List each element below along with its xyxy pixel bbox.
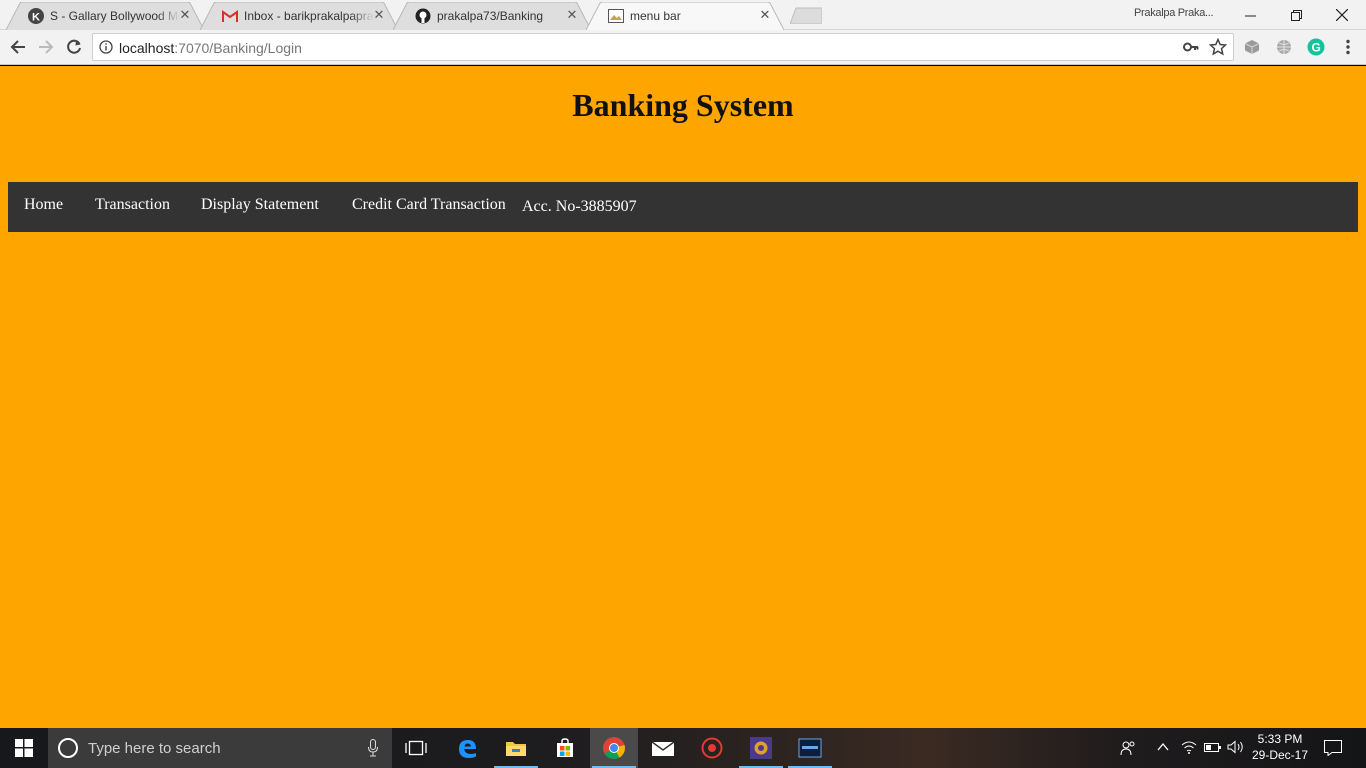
key-icon[interactable] [1183, 40, 1199, 59]
svg-text:K: K [32, 12, 40, 24]
close-tab-icon[interactable]: ✕ [565, 8, 579, 22]
url-host: localhost [119, 40, 175, 56]
tab-title: Inbox - barikprakalpaprak [244, 9, 374, 23]
action-center-icon[interactable] [1324, 740, 1342, 759]
restore-button[interactable] [1273, 0, 1319, 30]
menu-item-display-statement[interactable]: Display Statement [201, 196, 319, 214]
k-logo-icon: K [28, 8, 44, 24]
menu-item-home[interactable]: Home [24, 196, 63, 214]
tab-title: prakalpa73/Banking [437, 9, 544, 23]
menu-item-transaction[interactable]: Transaction [95, 196, 170, 214]
tab-menu-bar[interactable]: menu bar ✕ [586, 2, 784, 30]
tab-title: S - Gallary Bollywood Mo [50, 9, 180, 23]
menu-item-credit-card-transaction[interactable]: Credit Card Transaction [352, 196, 506, 214]
mysql-app-icon[interactable] [786, 728, 834, 768]
menu-bar: Home Transaction Display Statement Credi… [8, 182, 1358, 232]
gmail-icon [222, 8, 238, 24]
tab-title: menu bar [630, 9, 681, 23]
reload-icon[interactable] [64, 37, 84, 57]
clock-time: 5:33 PM [1257, 732, 1303, 746]
close-window-button[interactable] [1319, 0, 1365, 30]
store-icon[interactable] [541, 728, 589, 768]
url-text[interactable]: localhost:7070/Banking/Login [119, 40, 302, 56]
windows-start-icon[interactable] [0, 728, 48, 768]
search-placeholder: Type here to search [88, 739, 221, 757]
address-bar[interactable]: localhost:7070/Banking/Login [92, 33, 1234, 61]
close-tab-icon[interactable]: ✕ [178, 8, 192, 22]
ide-app-icon[interactable] [737, 728, 785, 768]
info-icon[interactable] [99, 40, 113, 54]
taskbar-search[interactable]: Type here to search [48, 728, 392, 768]
battery-icon[interactable] [1204, 740, 1222, 757]
close-tab-icon[interactable]: ✕ [372, 8, 386, 22]
github-icon [415, 8, 431, 24]
cortana-icon[interactable] [58, 738, 78, 758]
page-image-icon [608, 8, 624, 24]
browser-toolbar: localhost:7070/Banking/Login G [0, 30, 1366, 65]
back-arrow-icon[interactable] [8, 37, 28, 57]
profile-name[interactable]: Prakalpa Praka... [1134, 7, 1214, 19]
menu-kebab-icon[interactable] [1339, 38, 1357, 56]
edge-browser-icon[interactable] [443, 728, 491, 768]
chrome-taskbar-icon[interactable] [590, 728, 638, 768]
svg-text:G: G [1312, 41, 1321, 55]
grammarly-icon[interactable]: G [1307, 38, 1325, 56]
page-title: Banking System [572, 87, 794, 123]
chevron-up-icon[interactable] [1156, 740, 1170, 757]
page-body: Banking System Home Transaction Display … [0, 66, 1366, 728]
tab-github[interactable]: prakalpa73/Banking ✕ [393, 2, 591, 30]
clock-date: 29-Dec-17 [1251, 748, 1309, 762]
minimize-button[interactable] [1227, 0, 1273, 30]
tab-gallery[interactable]: K S - Gallary Bollywood Mo ✕ [6, 2, 204, 30]
mail-icon[interactable] [639, 728, 687, 768]
close-tab-icon[interactable]: ✕ [758, 8, 772, 22]
volume-icon[interactable] [1227, 740, 1245, 757]
account-number: Acc. No-3885907 [522, 198, 637, 215]
people-icon[interactable] [1120, 740, 1136, 759]
system-clock[interactable]: 5:33 PM 29-Dec-17 [1248, 731, 1312, 763]
url-path: :7070/Banking/Login [174, 40, 302, 56]
bookmark-star-icon[interactable] [1208, 37, 1228, 61]
forward-arrow-icon[interactable] [36, 37, 56, 57]
tab-inbox[interactable]: Inbox - barikprakalpaprak ✕ [200, 2, 398, 30]
taskbar: Type here to search 5:33 PM 29-Dec-17 [0, 728, 1366, 768]
task-view-icon[interactable] [392, 728, 440, 768]
globe-icon[interactable] [1275, 38, 1293, 56]
new-tab-button[interactable] [790, 7, 822, 24]
extension-cube-icon[interactable] [1243, 38, 1261, 56]
browser-tab-strip: K S - Gallary Bollywood Mo ✕ Inbox - bar… [0, 0, 1366, 30]
microphone-icon[interactable] [368, 739, 378, 762]
app-gear-icon[interactable] [688, 728, 736, 768]
wifi-icon[interactable] [1181, 740, 1197, 757]
file-explorer-icon[interactable] [492, 728, 540, 768]
